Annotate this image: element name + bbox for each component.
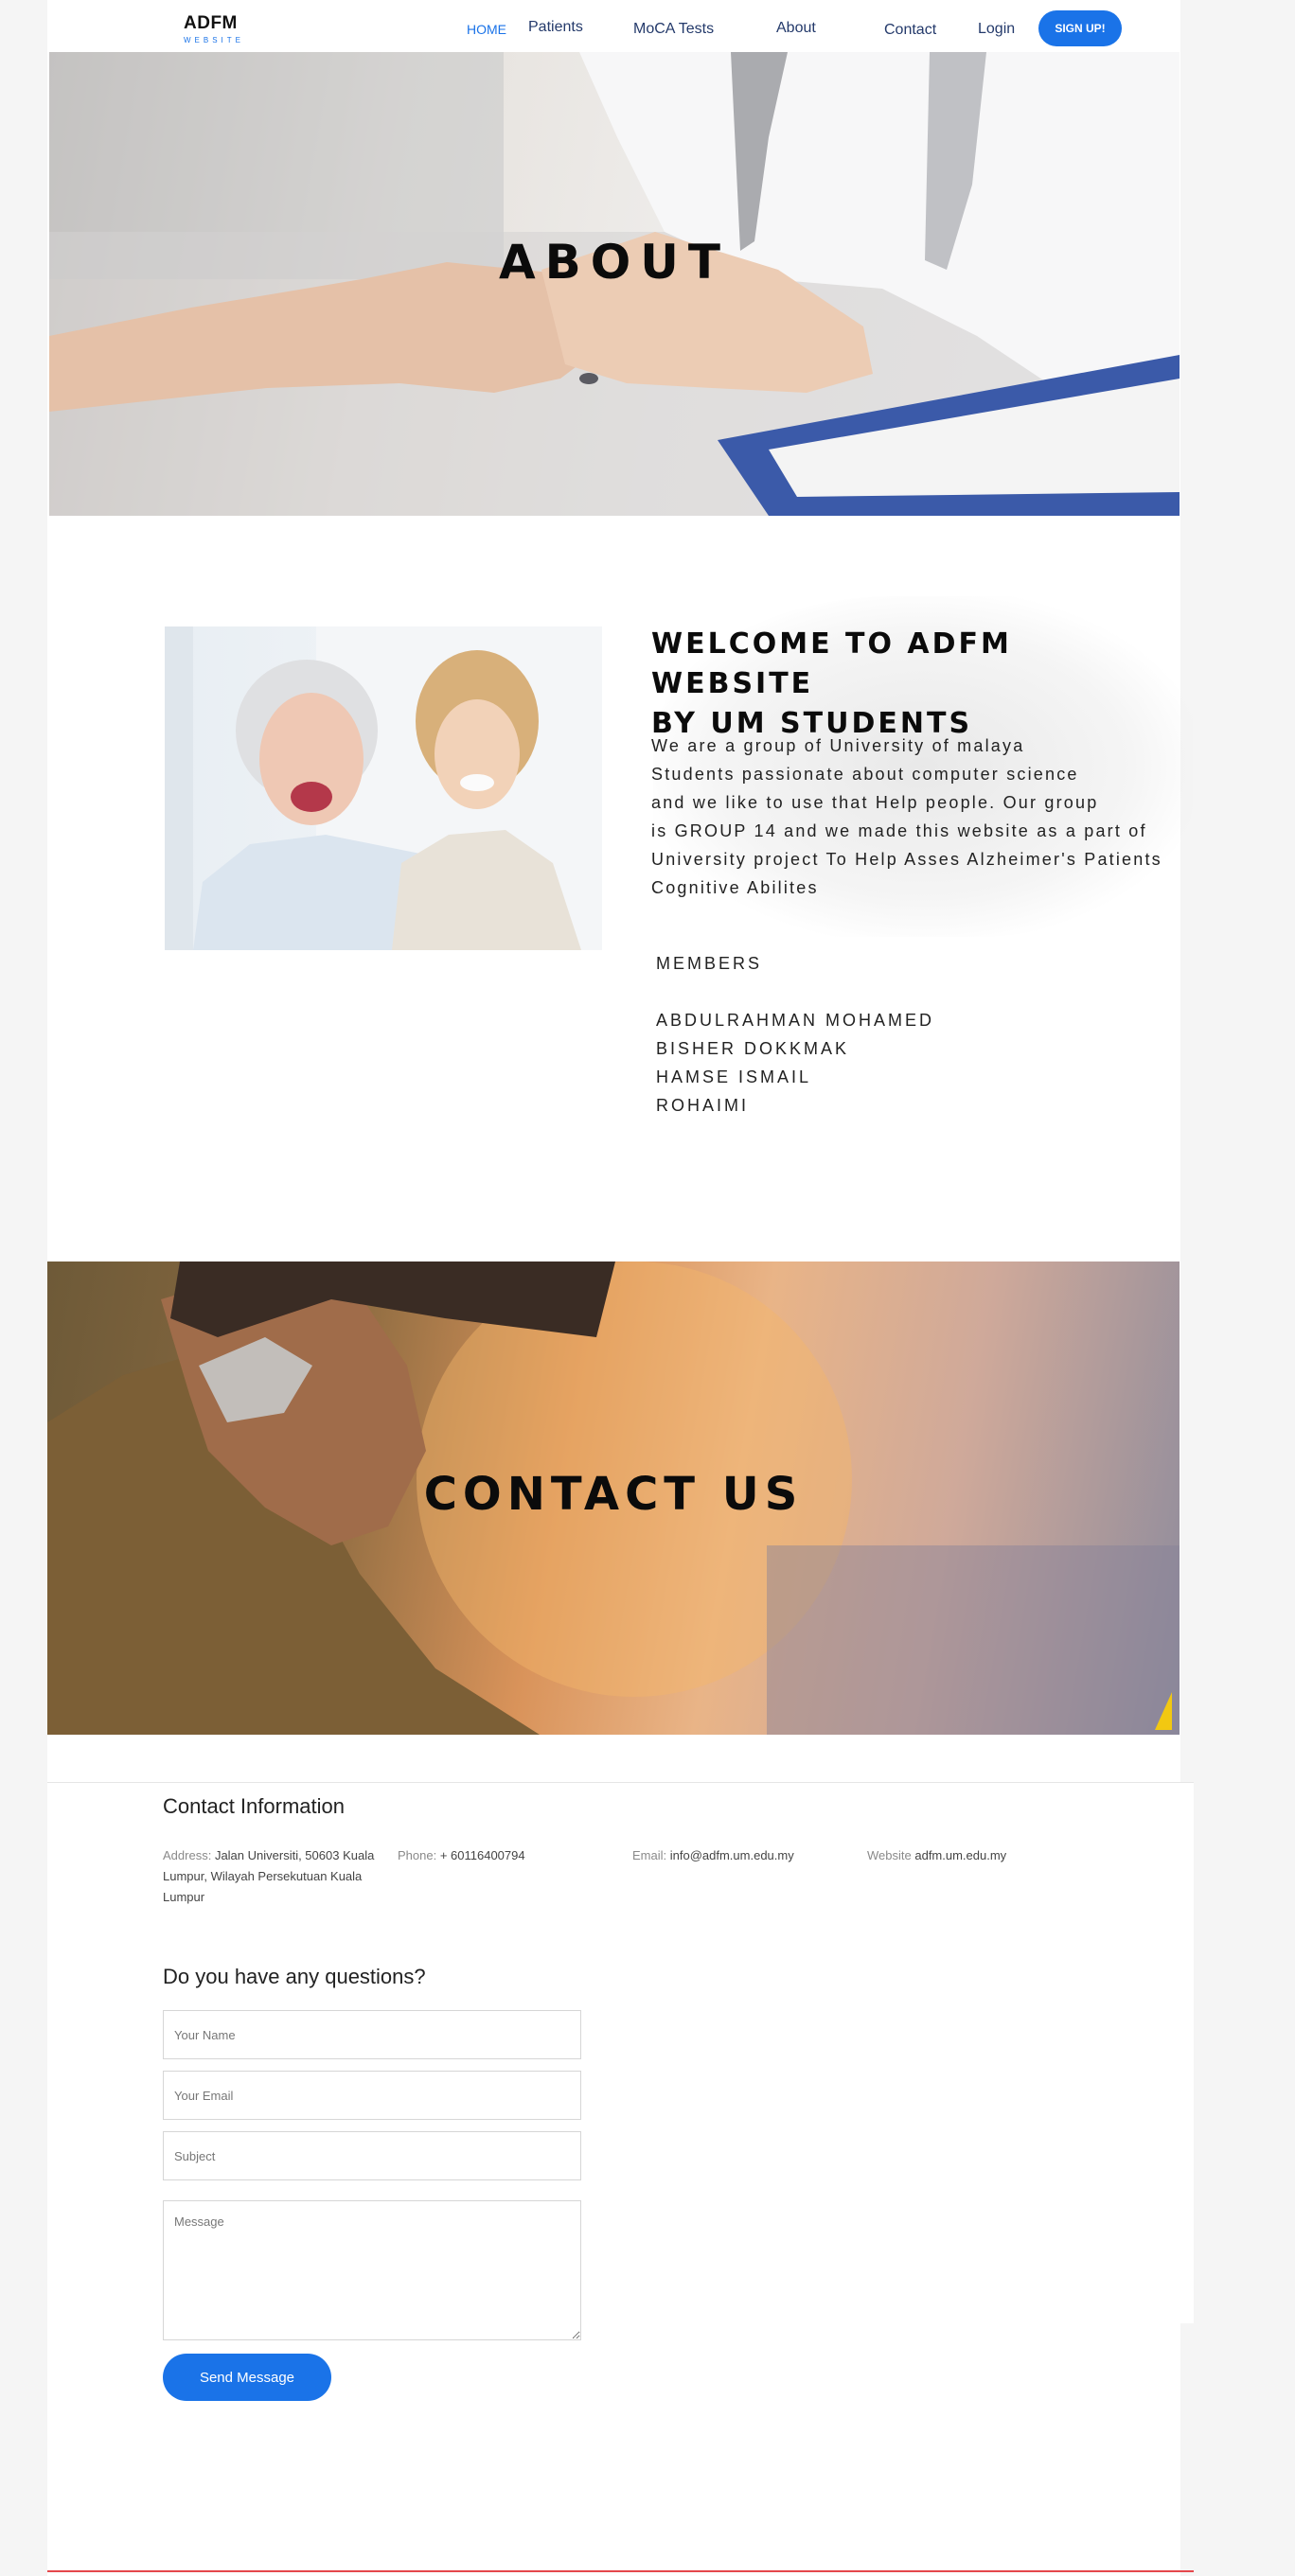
- footer-divider: [47, 2570, 1194, 2572]
- email-label: Email:: [632, 1848, 667, 1862]
- questions-title: Do you have any questions?: [163, 1965, 426, 1988]
- nav-patients[interactable]: Patients: [528, 19, 583, 36]
- member-name: ABDULRAHMAN MOHAMED: [656, 1011, 935, 1030]
- welcome-heading-line1: WELCOME TO ADFM WEBSITE: [651, 627, 1012, 700]
- nav-moca-tests[interactable]: MoCA Tests: [633, 21, 714, 38]
- nav-login[interactable]: Login: [978, 21, 1015, 38]
- about-hero-banner: ABOUT: [49, 52, 1180, 516]
- phone-block: Phone: + 60116400794: [398, 1845, 525, 1866]
- phone-label: Phone:: [398, 1848, 437, 1862]
- site-logo[interactable]: ADFM WEBSITE: [184, 13, 244, 44]
- member-name: HAMSE ISMAIL: [656, 1067, 812, 1086]
- address-label: Address:: [163, 1848, 212, 1862]
- logo-subtext: WEBSITE: [184, 36, 245, 44]
- contact-title: CONTACT US: [423, 1468, 804, 1521]
- send-message-button[interactable]: Send Message: [163, 2354, 331, 2401]
- welcome-line: We are a group of University of malaya: [651, 736, 1025, 755]
- message-textarea[interactable]: [163, 2200, 581, 2340]
- smiling-women-illustration: [165, 626, 602, 950]
- website-label: Website: [867, 1848, 912, 1862]
- name-input[interactable]: [163, 2010, 581, 2059]
- welcome-line: and we like to use that Help people. Our…: [651, 793, 1099, 812]
- welcome-heading: WELCOME TO ADFM WEBSITE BY UM STUDENTS: [651, 625, 1181, 744]
- phone-value[interactable]: + 60116400794: [440, 1848, 525, 1862]
- website-value[interactable]: adfm.um.edu.my: [914, 1848, 1006, 1862]
- about-title: ABOUT: [498, 235, 731, 290]
- signup-button[interactable]: SIGN UP!: [1038, 10, 1122, 46]
- welcome-line: Students passionate about computer scien…: [651, 765, 1079, 784]
- site-header: ADFM WEBSITE HOME Patients MoCA Tests Ab…: [47, 0, 1180, 52]
- address-block: Address: Jalan Universiti, 50603 Kuala L…: [163, 1845, 381, 1908]
- subject-input[interactable]: [163, 2131, 581, 2180]
- welcome-line: is GROUP 14 and we made this website as …: [651, 821, 1147, 840]
- nav-contact[interactable]: Contact: [884, 22, 936, 39]
- page: ADFM WEBSITE HOME Patients MoCA Tests Ab…: [47, 0, 1194, 2576]
- email-value[interactable]: info@adfm.um.edu.my: [670, 1848, 794, 1862]
- welcome-description: We are a group of University of malaya S…: [651, 732, 1210, 902]
- member-name: BISHER DOKKMAK: [656, 1039, 850, 1058]
- welcome-line: Cognitive Abilites: [651, 878, 819, 897]
- members-heading: MEMBERS: [656, 954, 763, 973]
- logo-text: ADFM: [184, 13, 238, 33]
- email-input[interactable]: [163, 2071, 581, 2120]
- member-name: ROHAIMI: [656, 1096, 750, 1115]
- elderly-woman-photo: [165, 626, 602, 950]
- yellow-corner-accent: [1155, 1692, 1172, 1730]
- address-line2: Lumpur, Wilayah Persekutuan Kuala: [163, 1869, 363, 1883]
- address-line1: Jalan Universiti, 50603 Kuala: [214, 1848, 375, 1862]
- address-line3: Lumpur: [163, 1890, 205, 1904]
- contact-hero-banner: CONTACT US: [47, 1262, 1180, 1735]
- nav-home[interactable]: HOME: [467, 22, 506, 37]
- contact-info-title: Contact Information: [163, 1794, 345, 1818]
- email-block: Email: info@adfm.um.edu.my: [632, 1845, 794, 1866]
- nav-about[interactable]: About: [776, 20, 816, 37]
- website-block: Website adfm.um.edu.my: [867, 1845, 1006, 1866]
- welcome-line: University project To Help Asses Alzheim…: [651, 850, 1162, 869]
